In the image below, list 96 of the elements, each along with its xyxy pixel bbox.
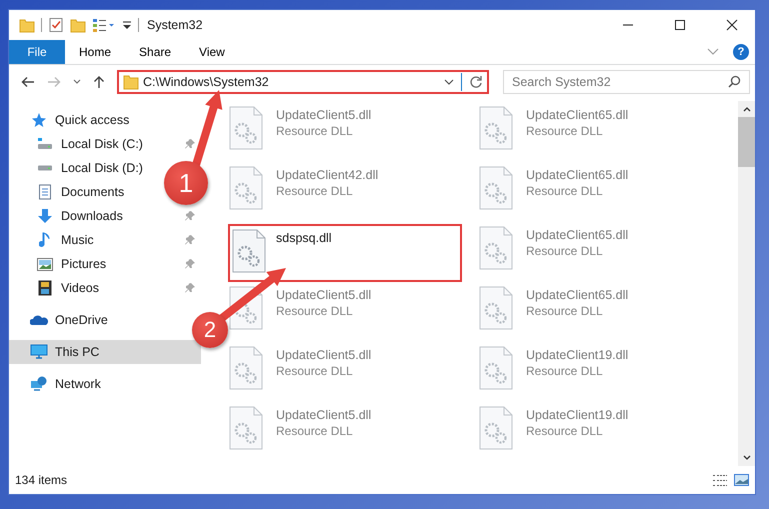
maximize-icon[interactable] xyxy=(674,19,686,31)
dll-file-icon xyxy=(229,166,263,210)
file-item[interactable]: UpdateClient65.dll Resource DLL xyxy=(478,164,712,222)
file-item[interactable]: UpdateClient19.dll Resource DLL xyxy=(478,344,712,402)
file-name: UpdateClient19.dll xyxy=(526,348,628,362)
dll-file-icon xyxy=(229,106,263,150)
sidebar-item[interactable]: Music xyxy=(9,228,161,252)
film-icon xyxy=(38,280,52,296)
file-name: UpdateClient65.dll xyxy=(526,288,628,302)
dll-file-icon xyxy=(479,106,513,150)
help-button[interactable]: ? xyxy=(733,44,749,60)
sidebar-item[interactable]: Local Disk (C:) xyxy=(9,132,161,156)
close-icon[interactable] xyxy=(726,19,738,31)
minimize-icon[interactable] xyxy=(622,24,634,26)
address-bar[interactable]: C:\Windows\System32 xyxy=(117,70,489,94)
cloud-icon xyxy=(30,314,48,326)
download-icon xyxy=(37,208,53,224)
file-item[interactable]: UpdateClient19.dll Resource DLL xyxy=(478,404,712,462)
file-type: Resource DLL xyxy=(526,424,604,438)
file-type: Resource DLL xyxy=(276,184,354,198)
file-name: UpdateClient19.dll xyxy=(526,408,628,422)
file-item[interactable]: UpdateClient5.dll Resource DLL xyxy=(228,284,462,342)
sidebar-item[interactable]: Documents xyxy=(9,180,161,204)
details-view-icon[interactable] xyxy=(712,474,728,486)
file-name: UpdateClient5.dll xyxy=(276,288,372,302)
dll-file-icon xyxy=(479,286,513,330)
sidebar-item[interactable]: Downloads xyxy=(9,204,161,228)
file-name: UpdateClient65.dll xyxy=(526,168,628,182)
dll-file-icon xyxy=(479,346,513,390)
file-item[interactable]: UpdateClient65.dll Resource DLL xyxy=(478,284,712,342)
file-item[interactable]: UpdateClient5.dll Resource DLL xyxy=(228,344,462,402)
ribbon-tab[interactable]: View xyxy=(185,40,239,64)
file-type: Resource DLL xyxy=(526,364,604,378)
scrollbar[interactable] xyxy=(738,101,755,466)
refresh-icon[interactable] xyxy=(469,75,483,89)
expand-ribbon-icon[interactable] xyxy=(707,48,719,56)
dropdown-caret-icon[interactable] xyxy=(444,79,454,85)
back-icon[interactable] xyxy=(21,76,35,88)
file-name: UpdateClient5.dll xyxy=(276,108,372,122)
file-item[interactable]: UpdateClient5.dll Resource DLL xyxy=(228,404,462,462)
large-icons-view-icon[interactable] xyxy=(734,474,749,486)
dll-file-icon xyxy=(229,406,263,450)
scroll-thumb[interactable] xyxy=(738,117,755,167)
sidebar-item[interactable]: Network xyxy=(9,372,161,396)
sidebar-item[interactable]: Quick access xyxy=(9,108,161,132)
file-name: UpdateClient5.dll xyxy=(276,408,372,422)
dll-file-icon xyxy=(479,226,513,270)
ribbon-tab[interactable]: Home xyxy=(65,40,126,64)
file-item[interactable]: UpdateClient65.dll Resource DLL xyxy=(478,224,712,282)
file-type: Resource DLL xyxy=(526,184,604,198)
sidebar-item[interactable]: Pictures xyxy=(9,252,161,276)
file-type: Resource DLL xyxy=(276,304,354,318)
search-icon xyxy=(728,75,741,88)
network-icon xyxy=(30,376,48,392)
dll-file-icon xyxy=(232,229,266,273)
file-item[interactable]: UpdateClient65.dll Resource DLL xyxy=(478,104,712,162)
file-name: sdspsq.dll xyxy=(276,231,332,245)
file-type: Resource DLL xyxy=(276,124,354,138)
dll-file-icon xyxy=(479,406,513,450)
file-item[interactable]: UpdateClient5.dll Resource DLL xyxy=(228,104,462,162)
view-options-icon[interactable] xyxy=(92,17,116,33)
pictures-icon xyxy=(37,258,53,270)
file-name: UpdateClient42.dll xyxy=(276,168,378,182)
dll-file-icon xyxy=(229,346,263,390)
file-item[interactable]: sdspsq.dll xyxy=(228,224,462,282)
up-icon[interactable] xyxy=(93,75,105,89)
star-icon xyxy=(31,112,47,128)
folder-icon xyxy=(123,74,139,90)
file-item[interactable]: UpdateClient42.dll Resource DLL xyxy=(228,164,462,222)
computer-icon xyxy=(30,344,48,360)
file-type: Resource DLL xyxy=(526,124,604,138)
ribbon-tab[interactable]: Share xyxy=(125,40,186,64)
file-name: UpdateClient65.dll xyxy=(526,228,628,242)
document-icon xyxy=(38,184,52,200)
sidebar-item[interactable]: OneDrive xyxy=(9,308,161,332)
properties-icon[interactable] xyxy=(48,17,64,33)
drive-icon xyxy=(37,138,53,150)
file-name: UpdateClient5.dll xyxy=(276,348,372,362)
scroll-down-icon[interactable] xyxy=(742,455,750,461)
drive-icon xyxy=(37,165,53,171)
file-type: Resource DLL xyxy=(276,424,354,438)
sidebar-item[interactable]: Videos xyxy=(9,276,161,300)
file-type: Resource DLL xyxy=(526,244,604,258)
file-tab[interactable]: File xyxy=(9,40,65,64)
file-type: Resource DLL xyxy=(276,364,354,378)
window-title: System32 xyxy=(147,18,203,32)
sidebar-item[interactable]: This PC xyxy=(9,340,201,364)
sidebar-item[interactable]: Local Disk (D:) xyxy=(9,156,161,180)
scroll-up-icon[interactable] xyxy=(742,106,750,112)
recent-caret-icon[interactable] xyxy=(73,79,81,85)
dll-file-icon xyxy=(479,166,513,210)
file-name: UpdateClient65.dll xyxy=(526,108,628,122)
search-field[interactable]: Search System32 xyxy=(503,70,750,94)
file-type: Resource DLL xyxy=(526,304,604,318)
music-note-icon xyxy=(39,232,51,248)
item-count: 134 items xyxy=(15,473,68,487)
